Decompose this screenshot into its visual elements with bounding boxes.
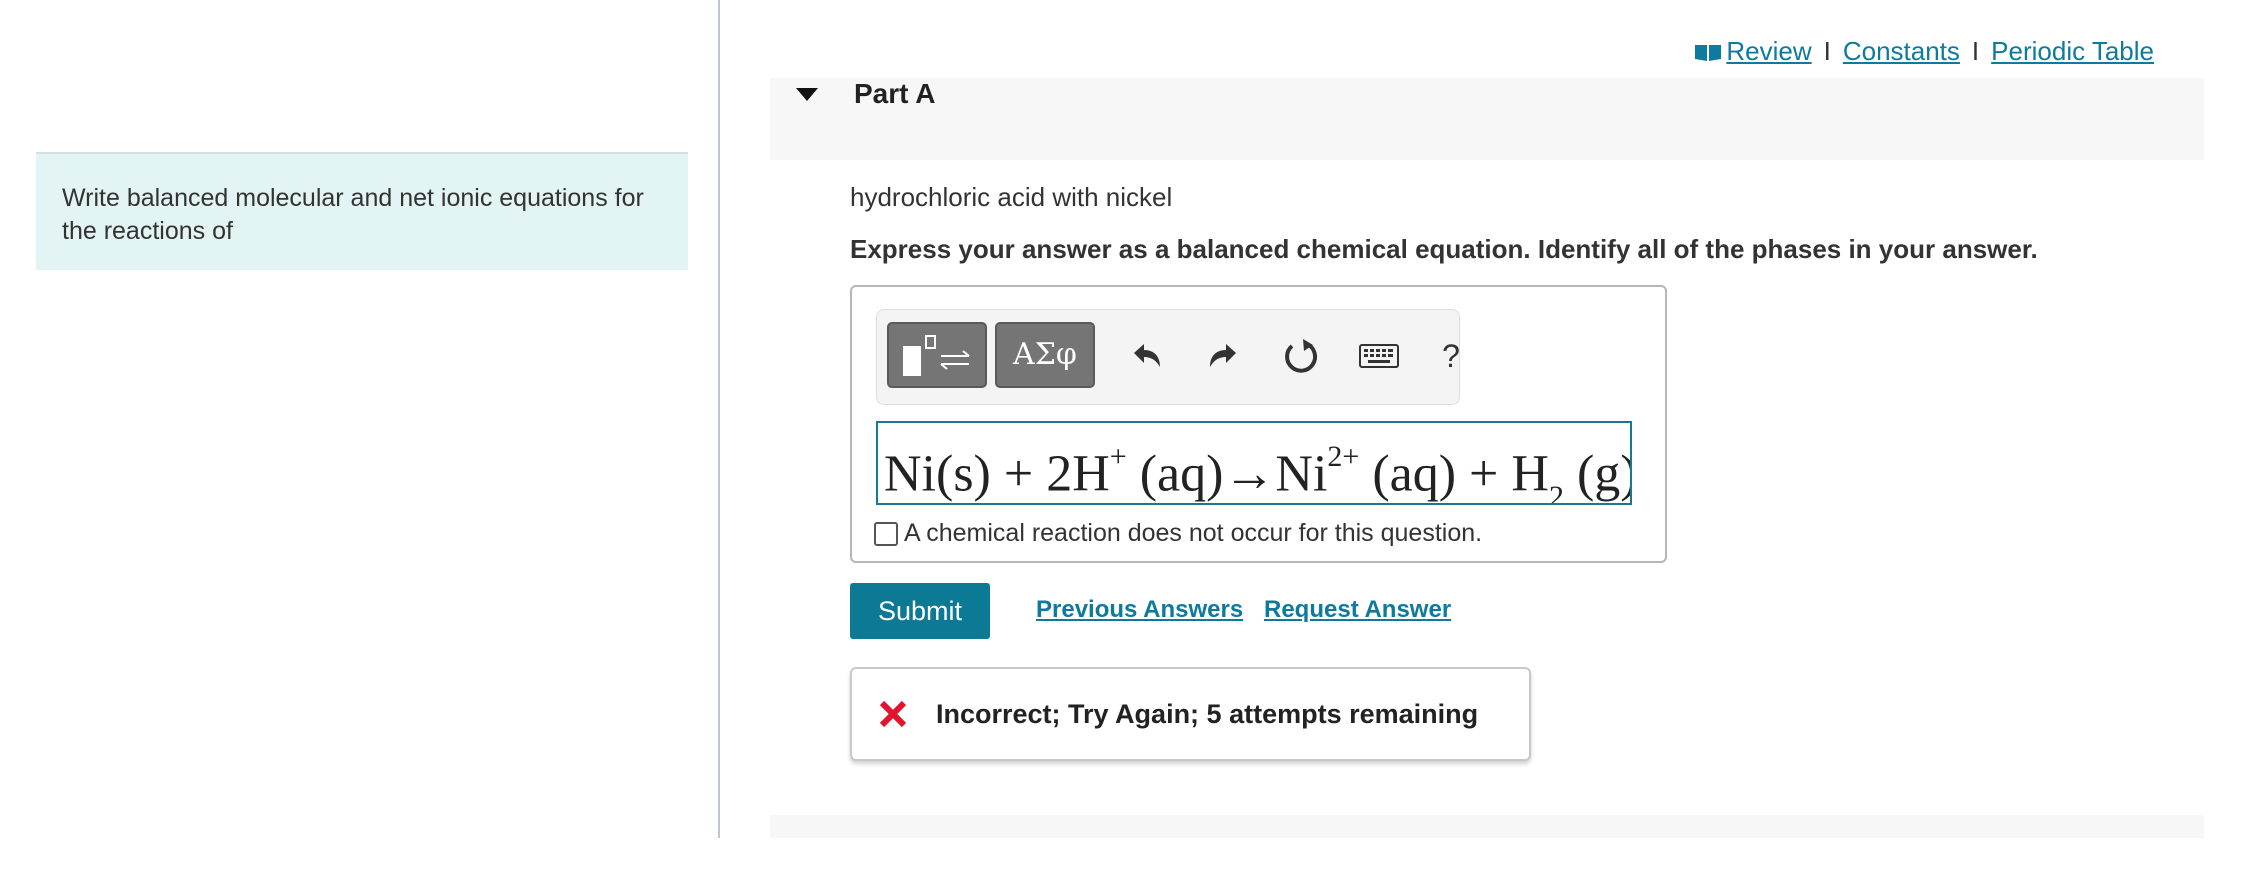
- review-link[interactable]: Review: [1726, 36, 1811, 67]
- previous-answers-link[interactable]: Previous Answers: [1036, 596, 1243, 624]
- intro-text: Write balanced molecular and net ionic e…: [62, 184, 644, 245]
- eq-h-subscript: 2: [1548, 479, 1564, 505]
- eq-ni-solid: Ni(s): [884, 445, 991, 503]
- question-text: hydrochloric acid with nickel: [850, 182, 1173, 212]
- request-answer-link[interactable]: Request Answer: [1264, 596, 1451, 624]
- equation-toolbar: ΑΣφ ?: [876, 309, 1460, 405]
- no-reaction-label: A chemical reaction does not occur for t…: [904, 519, 1483, 547]
- equation-input[interactable]: Ni(s) + 2H+ (aq)→Ni2+ (aq) + H2 (g): [876, 421, 1632, 505]
- eq-aq: (aq): [1139, 445, 1224, 503]
- help-button[interactable]: ?: [1429, 334, 1473, 378]
- eq-h: H: [1511, 445, 1549, 503]
- eq-plus: +: [1469, 445, 1499, 503]
- left-panel: Write balanced molecular and net ionic e…: [0, 0, 720, 838]
- reset-icon[interactable]: [1279, 334, 1323, 378]
- eq-h-charge: +: [1109, 440, 1127, 473]
- redo-icon[interactable]: [1201, 334, 1245, 378]
- eq-ni-ion: Ni: [1275, 445, 1328, 503]
- no-reaction-option[interactable]: A chemical reaction does not occur for t…: [874, 519, 1482, 548]
- eq-2h: 2H: [1046, 445, 1110, 503]
- eq-arrow: →: [1223, 445, 1276, 503]
- part-footer-strip: [770, 815, 2204, 838]
- link-separator: I: [1971, 36, 1980, 66]
- incorrect-x-icon: [879, 700, 907, 728]
- undo-icon[interactable]: [1125, 334, 1169, 378]
- feedback-box: Incorrect; Try Again; 5 attempts remaini…: [850, 667, 1531, 761]
- templates-icon: [903, 335, 970, 376]
- submit-button[interactable]: Submit: [850, 583, 990, 639]
- feedback-message: Incorrect; Try Again; 5 attempts remaini…: [936, 698, 1479, 729]
- keyboard-icon[interactable]: [1357, 334, 1401, 378]
- eq-aq: (aq): [1372, 445, 1457, 503]
- constants-link[interactable]: Constants: [1843, 36, 1960, 67]
- top-links: Review I Constants I Periodic Table: [1694, 36, 2154, 67]
- periodic-table-link[interactable]: Periodic Table: [1991, 36, 2154, 67]
- eq-plus: +: [1003, 445, 1034, 503]
- eq-ni-charge: 2+: [1327, 440, 1360, 473]
- collapse-caret-icon[interactable]: [796, 88, 818, 101]
- symbols-button[interactable]: ΑΣφ: [995, 322, 1095, 388]
- part-header[interactable]: Part A: [770, 78, 2204, 160]
- book-icon: [1695, 44, 1722, 61]
- part-title: Part A: [854, 78, 936, 109]
- answer-box: ΑΣφ ? Ni(s) + 2H+ (aq)→Ni2+ (aq) + H2 (g…: [850, 285, 1667, 563]
- templates-button[interactable]: [887, 322, 987, 388]
- no-reaction-checkbox[interactable]: [874, 521, 898, 546]
- eq-gas: (g): [1576, 445, 1632, 503]
- intro-box: Write balanced molecular and net ionic e…: [36, 152, 688, 270]
- link-separator: I: [1823, 36, 1831, 66]
- instruction-text: Express your answer as a balanced chemic…: [850, 234, 2038, 264]
